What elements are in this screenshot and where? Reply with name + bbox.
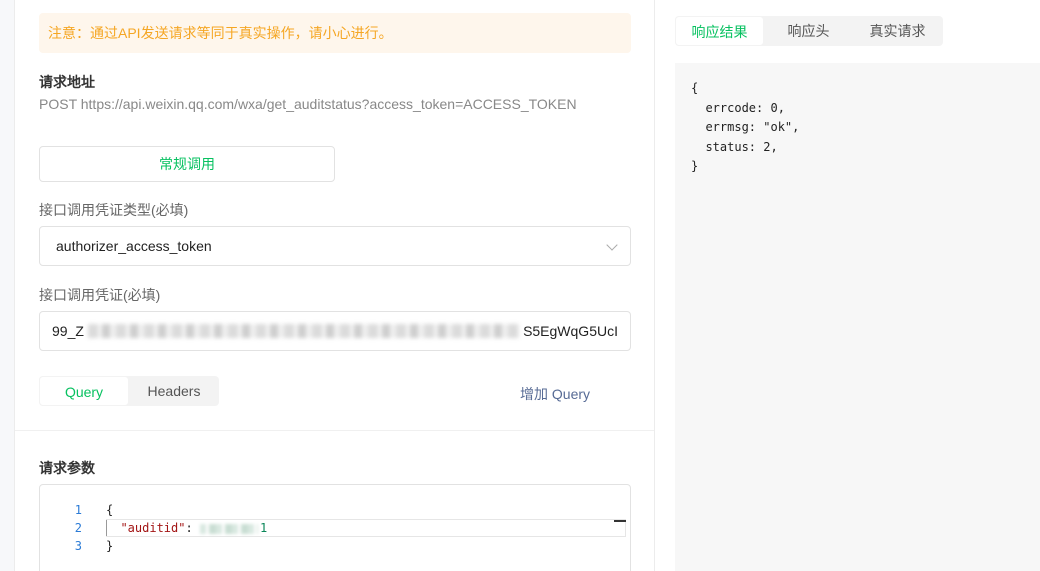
- response-tabs: 响应结果 响应头 真实请求: [675, 16, 943, 46]
- param-tabs: Query Headers: [39, 376, 219, 406]
- params-label: 请求参数: [39, 460, 95, 476]
- line-number: 3: [74, 539, 82, 553]
- credential-suffix: S5EgWqG5UcI: [523, 323, 618, 339]
- redacted-value: [199, 523, 258, 534]
- response-body: { errcode: 0, errmsg: "ok", status: 2, }: [675, 63, 1040, 571]
- editor-line: 2 "auditid": 1: [40, 519, 630, 537]
- tab-query[interactable]: Query: [39, 376, 129, 406]
- tab-headers[interactable]: Headers: [129, 376, 219, 406]
- editor-line: 1 {: [40, 501, 630, 519]
- request-panel: 注意：通过API发送请求等同于真实操作，请小心进行。 请求地址 POST htt…: [14, 0, 655, 571]
- json-separator: :: [185, 521, 200, 535]
- line-code: }: [106, 539, 114, 553]
- params-editor[interactable]: 1 { 2 "auditid": 1 3 }: [39, 484, 631, 571]
- response-panel: 响应结果 响应头 真实请求 { errcode: 0, errmsg: "ok"…: [655, 0, 1040, 571]
- request-url-label: 请求地址: [39, 74, 95, 90]
- line-code: "auditid": 1: [106, 519, 267, 537]
- add-query-link[interactable]: 增加 Query: [520, 384, 590, 404]
- credential-prefix: 99_Z: [52, 323, 84, 339]
- line-number: 2: [74, 521, 82, 535]
- credential-redacted: [87, 324, 520, 338]
- credential-type-select[interactable]: authorizer_access_token: [39, 226, 631, 266]
- tab-response-result[interactable]: 响应结果: [675, 16, 764, 46]
- warning-notice: 注意：通过API发送请求等同于真实操作，请小心进行。: [39, 13, 631, 53]
- tab-real-request[interactable]: 真实请求: [853, 16, 942, 46]
- collapse-icon[interactable]: [614, 520, 626, 522]
- credential-type-label: 接口调用凭证类型(必填): [39, 202, 189, 218]
- request-url: POST https://api.weixin.qq.com/wxa/get_a…: [39, 96, 577, 112]
- line-code: {: [106, 503, 114, 517]
- line-number: 1: [74, 503, 82, 517]
- editor-line: 3 }: [40, 537, 630, 555]
- json-value-tail: 1: [259, 521, 268, 535]
- normal-call-button[interactable]: 常规调用: [39, 146, 335, 182]
- credential-input[interactable]: 99_Z S5EgWqG5UcI: [39, 311, 631, 351]
- credential-type-value: authorizer_access_token: [56, 238, 212, 254]
- tab-response-headers[interactable]: 响应头: [764, 16, 853, 46]
- chevron-down-icon: [606, 239, 618, 251]
- credential-label: 接口调用凭证(必填): [39, 287, 161, 303]
- json-key: "auditid": [120, 521, 186, 535]
- divider: [15, 430, 654, 431]
